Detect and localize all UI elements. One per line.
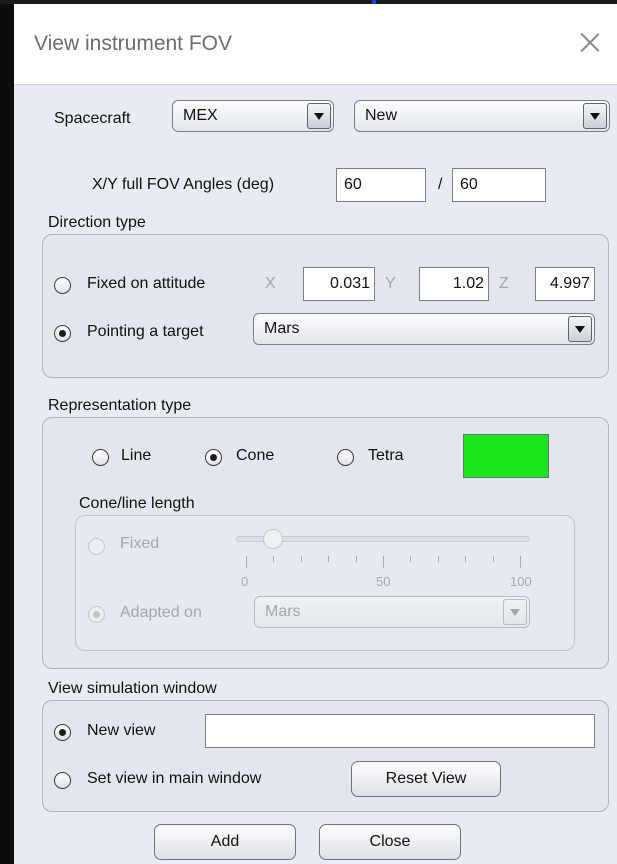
target-select[interactable]: Mars: [253, 313, 595, 345]
dialog-title: View instrument FOV: [34, 32, 233, 55]
fixed-attitude-label: Fixed on attitude: [87, 275, 206, 292]
target-value: Mars: [264, 320, 300, 337]
adapted-target-select[interactable]: Mars: [254, 596, 530, 628]
spacecraft-label: Spacecraft: [54, 110, 131, 127]
fixed-length-radio[interactable]: [88, 538, 105, 555]
direction-y-input[interactable]: 1.02: [419, 267, 489, 301]
instrument-value: New: [365, 107, 398, 124]
fixed-attitude-radio[interactable]: [54, 277, 71, 294]
x-axis-label: X: [265, 275, 276, 292]
set-view-main-radio[interactable]: [54, 772, 71, 789]
tetra-label: Tetra: [368, 447, 404, 464]
adapted-target-value: Mars: [265, 603, 301, 620]
fixed-length-label: Fixed: [120, 535, 160, 552]
chevron-down-icon[interactable]: [583, 103, 607, 129]
direction-y-value: 1.02: [452, 275, 484, 292]
slider-tick: [300, 556, 302, 562]
fov-angles-label: X/Y full FOV Angles (deg): [92, 176, 275, 193]
cone-radio[interactable]: [205, 449, 222, 466]
fov-x-input[interactable]: 60: [336, 168, 426, 202]
instrument-fov-dialog: View instrument FOV Spacecraft MEX New X…: [14, 4, 617, 864]
set-view-main-label: Set view in main window: [87, 770, 262, 787]
view-window-heading: View simulation window: [48, 680, 217, 697]
length-slider-thumb[interactable]: [263, 529, 284, 549]
representation-type-heading: Representation type: [48, 397, 192, 414]
pointing-target-label: Pointing a target: [87, 323, 204, 340]
slider-tick: [437, 556, 439, 562]
close-button[interactable]: Close: [319, 824, 461, 860]
y-axis-label: Y: [385, 275, 396, 292]
chevron-down-icon[interactable]: [307, 103, 331, 129]
line-label: Line: [121, 447, 152, 464]
instrument-select[interactable]: New: [354, 100, 610, 132]
fov-y-input[interactable]: 60: [452, 168, 546, 202]
z-axis-label: Z: [499, 275, 509, 292]
title-bar: View instrument FOV: [14, 4, 617, 85]
direction-x-value: 0.031: [329, 275, 370, 292]
slider-tick: [355, 556, 357, 562]
slider-tick: [410, 556, 412, 562]
direction-x-input[interactable]: 0.031: [303, 267, 375, 301]
slider-max-label: 100: [510, 574, 532, 589]
slider-tick: [465, 556, 467, 562]
close-icon[interactable]: [580, 32, 600, 52]
slider-tick: [492, 556, 494, 562]
length-group: Fixed 0 50 100 Adapted on Mars: [75, 515, 575, 651]
slider-tick: [383, 556, 384, 568]
slider-min-label: 0: [241, 574, 249, 589]
fov-x-value: 60: [344, 176, 362, 193]
length-heading: Cone/line length: [79, 495, 195, 512]
line-radio[interactable]: [92, 449, 109, 466]
fov-separator: /: [438, 176, 443, 193]
spacecraft-value: MEX: [183, 107, 218, 124]
representation-type-group: Line Cone Tetra Cone/line length Fixed 0…: [42, 417, 609, 669]
fov-y-value: 60: [460, 176, 478, 193]
view-window-group: New view Set view in main window Reset V…: [42, 700, 609, 812]
slider-tick: [328, 556, 330, 562]
pointing-target-radio[interactable]: [54, 325, 71, 342]
adapted-on-label: Adapted on: [120, 604, 202, 621]
direction-z-value: 4.997: [549, 275, 590, 292]
slider-tick: [520, 556, 521, 568]
chevron-down-icon[interactable]: [568, 316, 592, 342]
new-view-input[interactable]: [205, 714, 595, 748]
direction-type-group: Fixed on attitude X 0.031 Y 1.02 Z 4.997…: [42, 234, 609, 378]
add-button[interactable]: Add: [154, 824, 296, 860]
new-view-radio[interactable]: [54, 724, 71, 741]
spacecraft-select[interactable]: MEX: [172, 100, 334, 132]
color-swatch[interactable]: [463, 434, 549, 478]
tetra-radio[interactable]: [337, 449, 354, 466]
new-view-label: New view: [87, 722, 156, 739]
direction-type-heading: Direction type: [48, 214, 146, 231]
adapted-on-radio[interactable]: [88, 606, 105, 623]
direction-z-input[interactable]: 4.997: [535, 267, 595, 301]
cone-label: Cone: [236, 447, 275, 464]
chevron-down-icon[interactable]: [503, 599, 527, 625]
slider-mid-label: 50: [376, 574, 391, 589]
slider-tick: [246, 556, 247, 568]
reset-view-button[interactable]: Reset View: [351, 761, 501, 797]
slider-tick: [273, 556, 275, 562]
